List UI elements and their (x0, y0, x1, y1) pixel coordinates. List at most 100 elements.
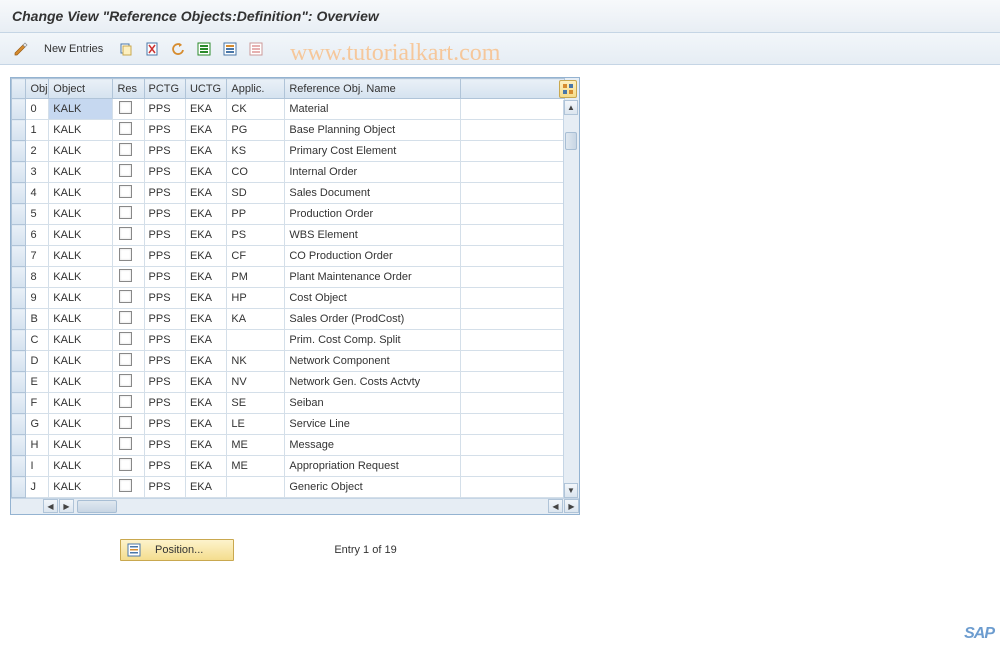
cell-res[interactable] (113, 288, 144, 309)
checkbox-icon[interactable] (119, 248, 132, 261)
position-button[interactable]: Position... (120, 539, 234, 561)
cell-applic[interactable]: SE (227, 393, 285, 414)
cell-uctg[interactable]: EKA (185, 456, 226, 477)
horizontal-scrollbar[interactable]: ◀ ▶ ◀ ▶ (11, 498, 579, 514)
scroll-down-icon[interactable]: ▼ (564, 483, 578, 498)
cell-pctg[interactable]: PPS (144, 120, 185, 141)
cell-refname[interactable]: Network Gen. Costs Actvty (285, 372, 461, 393)
row-selector[interactable] (12, 162, 26, 183)
row-selector[interactable] (12, 414, 26, 435)
cell-uctg[interactable]: EKA (185, 120, 226, 141)
cell-res[interactable] (113, 456, 144, 477)
cell-res[interactable] (113, 141, 144, 162)
cell-obj[interactable]: E (26, 372, 49, 393)
cell-applic[interactable]: SD (227, 183, 285, 204)
cell-res[interactable] (113, 204, 144, 225)
cell-res[interactable] (113, 372, 144, 393)
cell-obj[interactable]: 5 (26, 204, 49, 225)
new-entries-button[interactable]: New Entries (36, 38, 111, 60)
deselect-all-icon[interactable] (245, 38, 267, 60)
cell-object[interactable]: KALK (49, 204, 113, 225)
cell-pctg[interactable]: PPS (144, 477, 185, 498)
cell-applic[interactable]: LE (227, 414, 285, 435)
cell-applic[interactable]: CF (227, 246, 285, 267)
cell-res[interactable] (113, 309, 144, 330)
checkbox-icon[interactable] (119, 332, 132, 345)
cell-obj[interactable]: 0 (26, 99, 49, 120)
row-selector[interactable] (12, 330, 26, 351)
cell-uctg[interactable]: EKA (185, 183, 226, 204)
cell-refname[interactable]: Material (285, 99, 461, 120)
checkbox-icon[interactable] (119, 269, 132, 282)
scroll-thumb-vertical[interactable] (565, 132, 577, 150)
cell-refname[interactable]: Prim. Cost Comp. Split (285, 330, 461, 351)
cell-obj[interactable]: D (26, 351, 49, 372)
cell-pctg[interactable]: PPS (144, 456, 185, 477)
checkbox-icon[interactable] (119, 164, 132, 177)
copy-as-icon[interactable] (115, 38, 137, 60)
checkbox-icon[interactable] (119, 122, 132, 135)
cell-res[interactable] (113, 120, 144, 141)
cell-res[interactable] (113, 267, 144, 288)
cell-pctg[interactable]: PPS (144, 204, 185, 225)
column-header-pctg[interactable]: PCTG (144, 79, 185, 99)
cell-uctg[interactable]: EKA (185, 435, 226, 456)
cell-object[interactable]: KALK (49, 99, 113, 120)
cell-object[interactable]: KALK (49, 330, 113, 351)
cell-uctg[interactable]: EKA (185, 414, 226, 435)
cell-uctg[interactable]: EKA (185, 162, 226, 183)
checkbox-icon[interactable] (119, 374, 132, 387)
checkbox-icon[interactable] (119, 416, 132, 429)
cell-object[interactable]: KALK (49, 141, 113, 162)
cell-obj[interactable]: 7 (26, 246, 49, 267)
column-header-obj[interactable]: Obj (26, 79, 49, 99)
cell-applic[interactable]: PS (227, 225, 285, 246)
cell-refname[interactable]: Appropriation Request (285, 456, 461, 477)
select-all-icon[interactable] (193, 38, 215, 60)
row-selector[interactable] (12, 183, 26, 204)
cell-object[interactable]: KALK (49, 393, 113, 414)
cell-pctg[interactable]: PPS (144, 99, 185, 120)
cell-applic[interactable]: CO (227, 162, 285, 183)
cell-obj[interactable]: C (26, 330, 49, 351)
cell-uctg[interactable]: EKA (185, 204, 226, 225)
scroll-right-icon[interactable]: ▶ (59, 499, 74, 513)
cell-obj[interactable]: G (26, 414, 49, 435)
row-selector[interactable] (12, 288, 26, 309)
cell-uctg[interactable]: EKA (185, 267, 226, 288)
checkbox-icon[interactable] (119, 185, 132, 198)
cell-object[interactable]: KALK (49, 477, 113, 498)
cell-uctg[interactable]: EKA (185, 309, 226, 330)
cell-pctg[interactable]: PPS (144, 183, 185, 204)
row-selector[interactable] (12, 435, 26, 456)
scroll-right-end-icon[interactable]: ▶ (564, 499, 579, 513)
cell-uctg[interactable]: EKA (185, 246, 226, 267)
cell-uctg[interactable]: EKA (185, 372, 226, 393)
cell-object[interactable]: KALK (49, 225, 113, 246)
cell-obj[interactable]: J (26, 477, 49, 498)
row-selector[interactable] (12, 204, 26, 225)
cell-pctg[interactable]: PPS (144, 330, 185, 351)
cell-applic[interactable]: KA (227, 309, 285, 330)
cell-obj[interactable]: H (26, 435, 49, 456)
checkbox-icon[interactable] (119, 353, 132, 366)
column-header-object[interactable]: Object (49, 79, 113, 99)
checkbox-icon[interactable] (119, 437, 132, 450)
toggle-display-change-icon[interactable] (10, 38, 32, 60)
cell-res[interactable] (113, 393, 144, 414)
cell-refname[interactable]: Network Component (285, 351, 461, 372)
select-block-icon[interactable] (219, 38, 241, 60)
row-selector[interactable] (12, 372, 26, 393)
cell-refname[interactable]: Plant Maintenance Order (285, 267, 461, 288)
cell-obj[interactable]: 6 (26, 225, 49, 246)
checkbox-icon[interactable] (119, 143, 132, 156)
cell-obj[interactable]: 8 (26, 267, 49, 288)
cell-object[interactable]: KALK (49, 456, 113, 477)
scroll-up-icon[interactable]: ▲ (564, 100, 578, 115)
cell-res[interactable] (113, 225, 144, 246)
cell-refname[interactable]: WBS Element (285, 225, 461, 246)
cell-object[interactable]: KALK (49, 120, 113, 141)
row-selector[interactable] (12, 99, 26, 120)
cell-object[interactable]: KALK (49, 267, 113, 288)
row-selector[interactable] (12, 141, 26, 162)
